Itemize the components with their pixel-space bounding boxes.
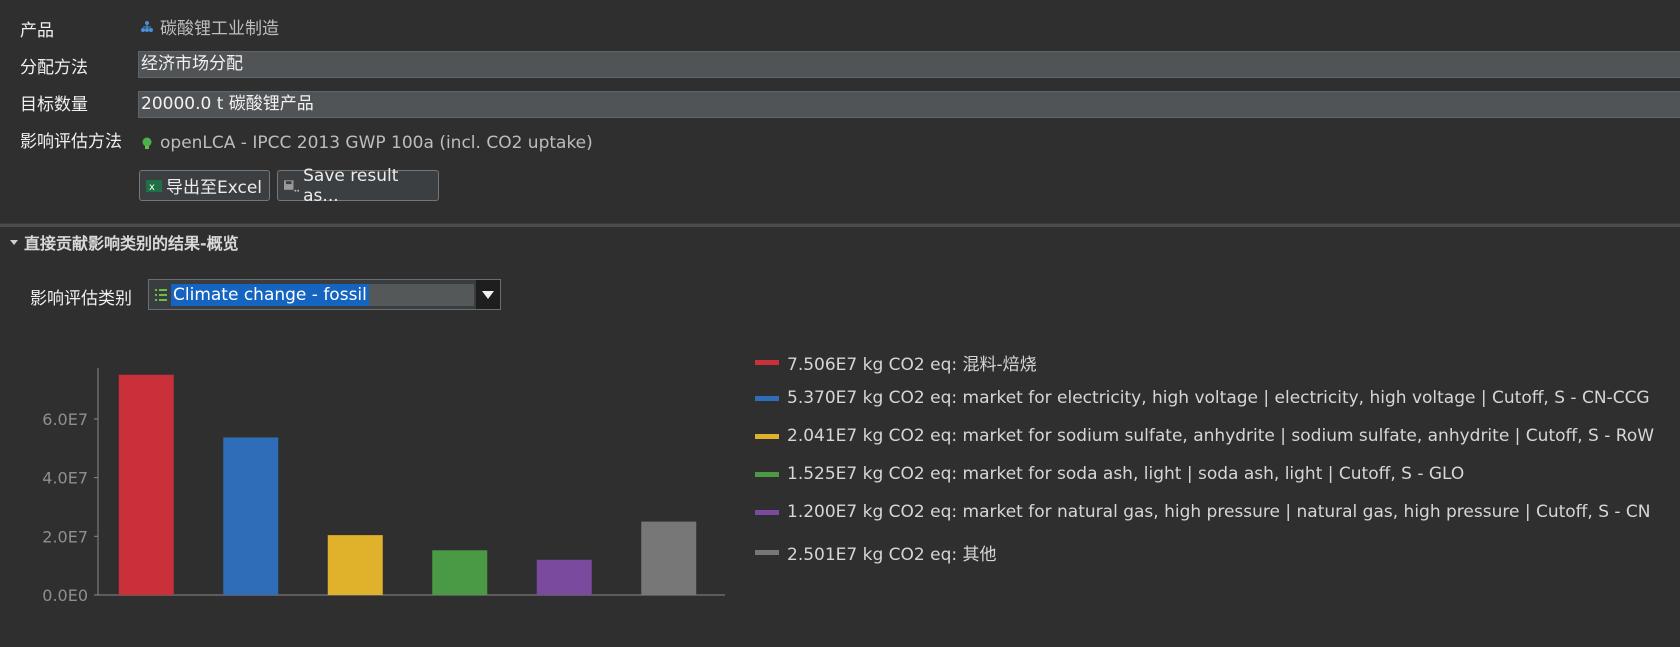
legend-label: 2.041E7 kg CO2 eq: market for sodium sul… <box>787 426 1655 446</box>
legend-item: 2.501E7 kg CO2 eq: 其他 <box>755 540 997 565</box>
section-header[interactable]: 直接贡献影响类别的结果-概览 <box>10 230 239 254</box>
save-result-button[interactable]: Save result as... <box>277 166 439 206</box>
legend-swatch <box>755 471 779 477</box>
lcia-method-name: openLCA - IPCC 2013 GWP 100a (incl. CO2 … <box>160 133 593 153</box>
legend-item: 7.506E7 kg CO2 eq: 混料-焙烧 <box>755 350 1037 375</box>
y-tick-label: 0.0E0 <box>42 586 88 605</box>
list-icon <box>155 288 167 302</box>
section-divider <box>0 223 1680 227</box>
legend-swatch <box>755 550 779 555</box>
method-icon <box>142 137 152 149</box>
bar-3 <box>327 535 383 595</box>
product-system-icon <box>141 20 153 32</box>
target-amount-field[interactable]: 20000.0 t 碳酸锂产品 <box>138 91 1680 118</box>
product-link[interactable]: 碳酸锂工业制造 <box>140 14 279 39</box>
section-title: 直接贡献影响类别的结果-概览 <box>24 234 239 253</box>
y-tick-label: 6.0E7 <box>42 410 88 429</box>
legend-item: 1.525E7 kg CO2 eq: market for soda ash, … <box>755 464 1464 484</box>
bar-5 <box>536 559 592 595</box>
bar-1 <box>118 374 174 595</box>
legend-label: 1.525E7 kg CO2 eq: market for soda ash, … <box>787 464 1465 484</box>
export-excel-label: 导出至Excel <box>166 178 263 198</box>
svg-text:x: x <box>149 182 155 193</box>
legend-item: 2.041E7 kg CO2 eq: market for sodium sul… <box>755 426 1654 446</box>
lcia-method-label: 影响评估方法 <box>20 132 122 152</box>
legend-item: 5.370E7 kg CO2 eq: market for electricit… <box>755 388 1650 408</box>
legend-label: 2.501E7 kg CO2 eq: 其他 <box>787 545 997 565</box>
impact-category-label: 影响评估类别 <box>30 289 132 309</box>
export-excel-button[interactable]: x 导出至Excel <box>139 170 270 201</box>
impact-category-dropdown[interactable]: Climate change - fossil <box>148 279 501 310</box>
product-name: 碳酸锂工业制造 <box>160 19 279 39</box>
save-icon <box>284 179 300 192</box>
impact-category-value: Climate change - fossil <box>171 283 369 306</box>
bar-4 <box>432 550 488 595</box>
bar-6 <box>641 521 697 595</box>
legend-swatch <box>755 395 779 401</box>
y-tick-label: 4.0E7 <box>42 469 88 488</box>
legend-label: 5.370E7 kg CO2 eq: market for electricit… <box>787 388 1650 408</box>
legend-swatch <box>755 509 779 515</box>
legend-label: 7.506E7 kg CO2 eq: 混料-焙烧 <box>787 355 1037 375</box>
allocation-field[interactable]: 经济市场分配 <box>138 51 1680 78</box>
collapse-triangle-icon <box>10 239 18 245</box>
legend-item: 1.200E7 kg CO2 eq: market for natural ga… <box>755 502 1651 522</box>
product-label: 产品 <box>20 21 54 41</box>
contribution-bar-chart: 0.0E0 2.0E7 4.0E7 6.0E7 <box>42 368 725 605</box>
legend-swatch <box>755 360 779 365</box>
dropdown-arrow-icon[interactable] <box>476 280 500 309</box>
allocation-label: 分配方法 <box>20 58 88 78</box>
excel-icon: x <box>146 179 162 193</box>
lcia-method-link[interactable]: openLCA - IPCC 2013 GWP 100a (incl. CO2 … <box>140 133 593 153</box>
legend-swatch <box>755 433 779 439</box>
save-result-label: Save result as... <box>303 165 399 206</box>
y-tick-label: 2.0E7 <box>42 527 88 546</box>
legend-label: 1.200E7 kg CO2 eq: market for natural ga… <box>787 502 1651 522</box>
combo-text-area <box>368 283 474 306</box>
bar-2 <box>223 437 279 595</box>
target-label: 目标数量 <box>20 95 88 115</box>
